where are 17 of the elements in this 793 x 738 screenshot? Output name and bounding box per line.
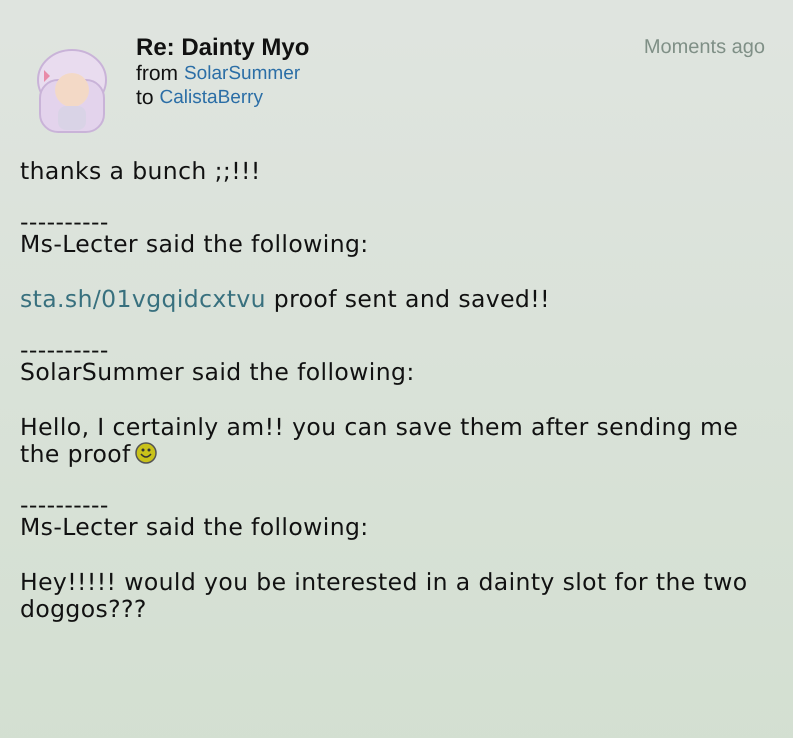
- stash-link[interactable]: sta.sh/01vgqidcxtvu: [20, 285, 266, 313]
- quote-divider: ----------: [20, 496, 109, 514]
- quote-divider: ----------: [20, 213, 109, 231]
- timestamp: Moments ago: [644, 36, 765, 59]
- message-paragraph: Hey!!!!! would you be interested in a dainty slot for the two doggos???: [20, 569, 748, 623]
- to-label: to: [136, 86, 154, 110]
- from-label: from: [136, 62, 178, 86]
- message-paragraph: Hello, I certainly am!! you can save them after sending me the proof: [20, 414, 740, 468]
- quote-attribution: Ms-Lecter said the following:: [20, 231, 370, 258]
- quote-attribution: SolarSummer said the following:: [20, 359, 416, 386]
- recipient-link[interactable]: CalistaBerry: [160, 86, 263, 110]
- quote-attribution: Ms-Lecter said the following:: [20, 514, 370, 541]
- message-paragraph: thanks a bunch ;;!!!: [20, 158, 262, 185]
- sender-link[interactable]: SolarSummer: [184, 62, 300, 86]
- message-text: proof sent and saved!!: [274, 285, 550, 313]
- quote-divider: ----------: [20, 341, 109, 359]
- message-title: Re: Dainty Myo: [136, 34, 310, 62]
